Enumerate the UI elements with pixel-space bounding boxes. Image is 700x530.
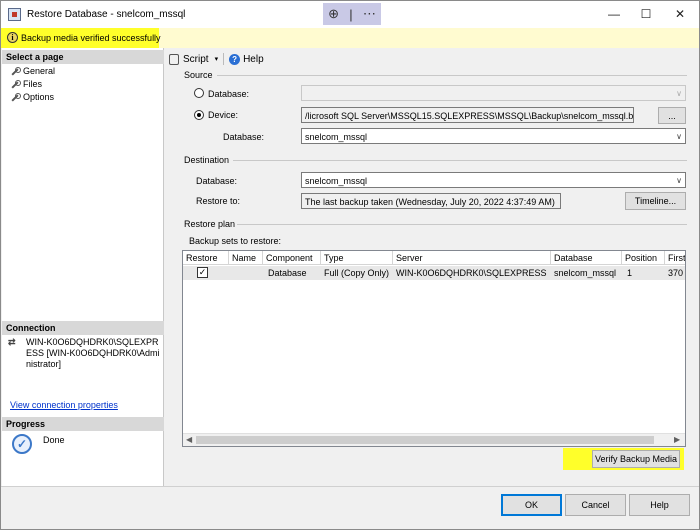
wrench-icon — [10, 92, 21, 102]
position-cell: 1 — [627, 268, 633, 278]
column-header-component[interactable]: Component — [263, 251, 321, 265]
divider — [233, 160, 687, 161]
cancel-button[interactable]: Cancel — [565, 494, 626, 516]
more-options-icon[interactable]: ⋯ — [363, 6, 376, 22]
source-database-combo[interactable]: ∨ — [301, 85, 686, 101]
database-radio[interactable] — [194, 88, 204, 98]
page-general[interactable]: General — [10, 66, 55, 76]
type-cell: Full (Copy Only) — [324, 268, 390, 278]
page-label: Files — [23, 79, 43, 89]
checkmark-icon: ✓ — [12, 434, 32, 454]
zoom-toolbar: ⊕ | ⋯ — [323, 3, 381, 25]
device-radio[interactable] — [194, 110, 204, 120]
scroll-right-icon[interactable]: ▶ — [674, 435, 680, 444]
restore-plan-section-label: Restore plan — [184, 219, 236, 229]
connection-section: Connection ⇄ WIN-K0O6DQHDRK0\SQLEXPRESS … — [2, 321, 164, 391]
progress-status: Done — [43, 435, 65, 445]
script-label: Script — [183, 53, 209, 65]
help-label: Help — [243, 53, 264, 65]
restore-cell: ✓ — [183, 266, 229, 280]
scrollbar-thumb[interactable] — [196, 436, 654, 444]
close-button[interactable]: ✕ — [669, 4, 691, 24]
info-bar: i Backup media verified successfully — [1, 28, 699, 48]
wrench-icon — [10, 79, 21, 89]
wrench-icon — [10, 66, 21, 76]
backup-sets-label: Backup sets to restore: — [189, 236, 282, 246]
verify-backup-media-button[interactable]: Verify Backup Media — [592, 450, 680, 468]
first-cell: 370 — [668, 268, 684, 278]
view-connection-properties-link[interactable]: View connection properties — [10, 400, 118, 410]
column-header-first[interactable]: First — [665, 251, 685, 265]
destination-section-label: Destination — [184, 155, 230, 165]
right-pane: Script ▾ ? Help Source Database: ∨ Devic… — [165, 48, 699, 486]
restore-to-label: Restore to: — [196, 196, 241, 206]
table-row[interactable]: ✓ Database Full (Copy Only) WIN-K0O6DQHD… — [183, 266, 685, 280]
ok-button[interactable]: OK — [501, 494, 562, 516]
maximize-button[interactable]: ☐ — [635, 4, 657, 24]
source-database-select[interactable]: snelcom_mssql ∨ — [301, 128, 686, 144]
script-button[interactable]: Script ▾ — [169, 53, 219, 65]
column-header-restore[interactable]: Restore — [183, 251, 229, 265]
column-header-server[interactable]: Server — [393, 251, 551, 265]
source-database-label: Database: — [223, 132, 265, 142]
chevron-down-icon: ∨ — [676, 132, 682, 141]
select-page-header: Select a page — [2, 50, 164, 64]
horizontal-scrollbar[interactable]: ◀ ▶ — [183, 433, 685, 446]
left-pane: Select a page General Files Options Conn… — [2, 48, 164, 486]
progress-header: Progress — [2, 417, 164, 431]
column-header-type[interactable]: Type — [321, 251, 393, 265]
chevron-down-icon: ∨ — [676, 89, 682, 98]
destination-database-label: Database: — [196, 176, 238, 186]
page-options[interactable]: Options — [10, 92, 54, 102]
device-path-field[interactable]: /licrosoft SQL Server\MSSQL15.SQLEXPRESS… — [301, 107, 634, 123]
script-icon — [169, 53, 179, 65]
restore-to-field[interactable]: The last backup taken (Wednesday, July 2… — [301, 193, 561, 209]
server-connection-icon: ⇄ — [8, 337, 16, 347]
column-header-name[interactable]: Name — [229, 251, 263, 265]
window-title: Restore Database - snelcom_mssql — [27, 9, 186, 20]
connection-header: Connection — [2, 321, 164, 335]
combo-value: snelcom_mssql — [305, 132, 368, 142]
help-button[interactable]: ? Help — [229, 53, 264, 65]
server-cell: WIN-K0O6DQHDRK0\SQLEXPRESS — [396, 268, 547, 278]
separator: | — [349, 6, 353, 22]
help-dialog-button[interactable]: Help — [629, 494, 690, 516]
connection-info: WIN-K0O6DQHDRK0\SQLEXPRESS [WIN-K0O6DQHD… — [26, 337, 160, 369]
browse-device-button[interactable]: ... — [658, 107, 686, 124]
restore-database-dialog: Restore Database - snelcom_mssql ⊕ | ⋯ —… — [0, 0, 700, 530]
timeline-button[interactable]: Timeline... — [625, 192, 686, 210]
info-icon: i — [7, 32, 18, 43]
chevron-down-icon: ∨ — [676, 176, 682, 185]
destination-database-combo[interactable]: snelcom_mssql ∨ — [301, 172, 686, 188]
help-icon: ? — [229, 53, 241, 65]
component-cell: Database — [268, 268, 307, 278]
device-radio-label: Device: — [208, 110, 239, 120]
toolbar-separator — [223, 53, 225, 65]
magnifier-icon[interactable]: ⊕ — [328, 6, 339, 22]
scroll-left-icon[interactable]: ◀ — [186, 435, 192, 444]
page-files[interactable]: Files — [10, 79, 42, 89]
combo-value: snelcom_mssql — [305, 176, 368, 186]
database-cell: snelcom_mssql — [554, 268, 617, 278]
name-cell — [229, 266, 263, 280]
chevron-down-icon: ▾ — [214, 56, 219, 63]
grid-header: Restore Name Component Type Server Datab… — [183, 251, 685, 265]
column-header-position[interactable]: Position — [622, 251, 665, 265]
divider — [1, 486, 699, 487]
restore-checkbox[interactable]: ✓ — [197, 267, 208, 278]
database-radio-label: Database: — [208, 89, 250, 99]
title-bar: Restore Database - snelcom_mssql ⊕ | ⋯ —… — [1, 1, 699, 28]
backup-sets-grid[interactable]: Restore Name Component Type Server Datab… — [182, 250, 686, 447]
toolbar: Script ▾ ? Help — [169, 53, 264, 65]
progress-section: Progress ✓ Done — [2, 417, 164, 477]
database-app-icon — [8, 8, 21, 21]
info-message: Backup media verified successfully — [21, 33, 161, 43]
minimize-button[interactable]: — — [603, 4, 625, 24]
page-label: General — [23, 66, 56, 76]
page-label: Options — [23, 92, 55, 102]
divider — [237, 224, 687, 225]
source-section-label: Source — [184, 70, 213, 80]
column-header-database[interactable]: Database — [551, 251, 622, 265]
divider — [217, 75, 687, 76]
